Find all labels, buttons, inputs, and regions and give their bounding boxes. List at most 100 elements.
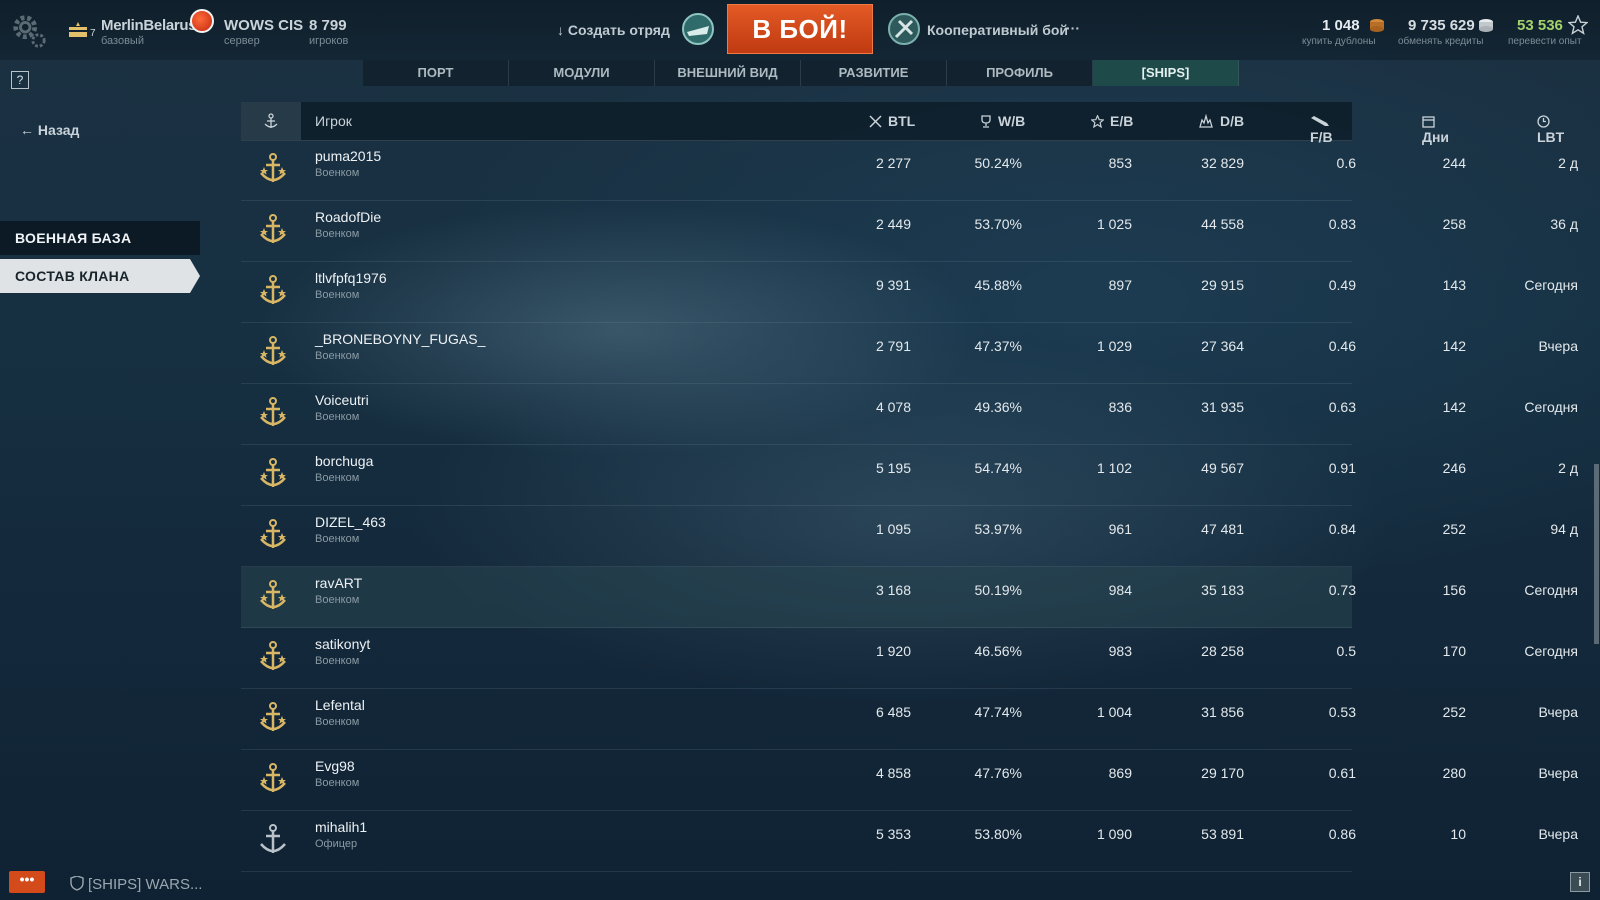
col-player[interactable]: Игрок bbox=[315, 113, 352, 129]
player-name-cell[interactable]: RoadofDie bbox=[315, 209, 381, 225]
battles-cell: 9 391 bbox=[875, 277, 911, 293]
player-name-cell[interactable]: ravART bbox=[315, 575, 362, 591]
winrate-cell: 53.97% bbox=[974, 521, 1022, 537]
frags-per-battle-cell: 0.83 bbox=[1328, 216, 1356, 232]
winrate-cell: 50.24% bbox=[974, 155, 1022, 171]
frags-per-battle-cell: 0.73 bbox=[1328, 582, 1356, 598]
table-row[interactable]: RoadofDie Военком 2 449 53.70% 1 025 44 558 0.… bbox=[241, 201, 1578, 262]
table-row[interactable]: Evg98 Военком 4 858 47.76% 869 29 170 0.61 280 В… bbox=[241, 750, 1578, 811]
col-btl-header[interactable]: BTL bbox=[869, 113, 915, 129]
player-name-cell[interactable]: DIZEL_463 bbox=[315, 514, 386, 530]
clan-chat-channel[interactable]: [SHIPS] WARS... bbox=[70, 875, 202, 893]
col-lbt-header[interactable]: LBT bbox=[1537, 113, 1564, 145]
buy-doubloons-link[interactable]: купить дублоны bbox=[1302, 36, 1376, 47]
battles-cell: 6 485 bbox=[875, 704, 911, 720]
player-role-cell: Военком bbox=[315, 533, 360, 545]
chat-button[interactable]: ••• bbox=[9, 871, 45, 893]
battle-button[interactable]: В БОЙ! bbox=[727, 4, 873, 54]
winrate-cell: 45.88% bbox=[974, 277, 1022, 293]
convert-xp-link[interactable]: перевести опыт bbox=[1508, 36, 1582, 47]
player-name-cell[interactable]: _BRONEBOYNY_FUGAS_ bbox=[315, 331, 485, 347]
credits-icon bbox=[1479, 19, 1493, 32]
player-name-cell[interactable]: ltlvfpfq1976 bbox=[315, 270, 387, 286]
col-eb-header[interactable]: E/B bbox=[1091, 113, 1133, 129]
battles-cell: 1 095 bbox=[875, 521, 911, 537]
table-row[interactable]: DIZEL_463 Военком 1 095 53.97% 961 47 481 0.84… bbox=[241, 506, 1578, 567]
player-role-cell: Офицер bbox=[315, 838, 358, 850]
exp-per-battle-cell: 1 102 bbox=[1096, 460, 1132, 476]
player-name-cell[interactable]: borchuga bbox=[315, 453, 373, 469]
winrate-cell: 47.76% bbox=[974, 765, 1022, 781]
premium-badge-icon bbox=[190, 9, 214, 33]
player-name-cell[interactable]: Voiceutri bbox=[315, 392, 369, 408]
create-division-button[interactable]: ↓ Создать отряд bbox=[557, 22, 670, 38]
exchange-credits-link[interactable]: обменять кредиты bbox=[1398, 36, 1483, 47]
table-row[interactable]: _BRONEBOYNY_FUGAS_ Военком 2 791 47.37% 1 02… bbox=[241, 323, 1578, 384]
credits-value[interactable]: 9 735 629 bbox=[1408, 17, 1475, 34]
last-battle-cell: Сегодня bbox=[1524, 277, 1578, 293]
sidebar-item-clan-members[interactable]: СОСТАВ КЛАНА bbox=[0, 259, 200, 293]
online-label: игроков bbox=[309, 35, 349, 47]
top-bar: 7 MerlinBelarus базовый WOWS CIS сервер … bbox=[0, 0, 1600, 60]
table-header: Игрок BTL W/B E/B D/B F/B Дни LBT bbox=[241, 102, 1564, 145]
table-row[interactable]: puma2015 Военком 2 277 50.24% 853 32 829 0.6 24… bbox=[241, 140, 1578, 201]
tab-research[interactable]: РАЗВИТИЕ bbox=[801, 60, 947, 86]
tab-modules[interactable]: МОДУЛИ bbox=[509, 60, 655, 86]
role-anchor-icon bbox=[255, 334, 291, 370]
settings-gear-icon[interactable] bbox=[10, 12, 48, 50]
sidebar-item-military-base[interactable]: ВОЕННАЯ БАЗА bbox=[0, 221, 200, 255]
col-db-header[interactable]: D/B bbox=[1198, 113, 1244, 129]
player-name-cell[interactable]: Evg98 bbox=[315, 758, 355, 774]
col-days-header[interactable]: Дни bbox=[1422, 113, 1449, 145]
division-ship-icon[interactable] bbox=[681, 12, 715, 46]
doubloons-icon bbox=[1370, 19, 1384, 32]
tab-port[interactable]: ПОРТ bbox=[363, 60, 509, 86]
table-row[interactable]: Voiceutri Военком 4 078 49.36% 836 31 935 0.63… bbox=[241, 384, 1578, 445]
player-name-cell[interactable]: mihalih1 bbox=[315, 819, 367, 835]
battle-mode-more-icon[interactable]: ··· bbox=[1066, 20, 1080, 36]
back-button[interactable]: ← Назад bbox=[20, 122, 79, 138]
days-in-clan-cell: 142 bbox=[1442, 338, 1466, 354]
tab-exterior[interactable]: ВНЕШНИЙ ВИД bbox=[655, 60, 801, 86]
table-row[interactable]: mihalih1 Офицер 5 353 53.80% 1 090 53 891 0.86… bbox=[241, 811, 1578, 872]
damage-per-battle-cell: 31 935 bbox=[1201, 399, 1244, 415]
help-button[interactable]: ? bbox=[11, 71, 29, 89]
damage-per-battle-cell: 31 856 bbox=[1201, 704, 1244, 720]
table-row[interactable]: ravART Военком 3 168 50.19% 984 35 183 0.73 156… bbox=[241, 567, 1578, 628]
winrate-cell: 53.80% bbox=[974, 826, 1022, 842]
player-name[interactable]: MerlinBelarus bbox=[101, 17, 197, 34]
battle-mode-selector[interactable]: Кооперативный бой bbox=[927, 22, 1068, 38]
winrate-cell: 47.37% bbox=[974, 338, 1022, 354]
scrollbar[interactable] bbox=[1594, 464, 1599, 644]
coop-battle-icon[interactable] bbox=[887, 12, 921, 46]
player-name-cell[interactable]: puma2015 bbox=[315, 148, 381, 164]
table-row[interactable]: borchuga Военком 5 195 54.74% 1 102 49 567 0.9… bbox=[241, 445, 1578, 506]
damage-per-battle-cell: 29 915 bbox=[1201, 277, 1244, 293]
role-column-header[interactable] bbox=[241, 102, 301, 140]
main-tabs: ПОРТ МОДУЛИ ВНЕШНИЙ ВИД РАЗВИТИЕ ПРОФИЛЬ… bbox=[363, 60, 1239, 86]
battles-cell: 5 353 bbox=[875, 826, 911, 842]
exp-per-battle-cell: 1 090 bbox=[1096, 826, 1132, 842]
table-row[interactable]: ltlvfpfq1976 Военком 9 391 45.88% 897 29 915 0… bbox=[241, 262, 1578, 323]
battles-cell: 4 078 bbox=[875, 399, 911, 415]
player-name-cell[interactable]: satikonyt bbox=[315, 636, 370, 652]
player-role-cell: Военком bbox=[315, 777, 360, 789]
damage-per-battle-cell: 32 829 bbox=[1201, 155, 1244, 171]
tab-profile[interactable]: ПРОФИЛЬ bbox=[947, 60, 1093, 86]
doubloons-value[interactable]: 1 048 bbox=[1322, 17, 1360, 34]
winrate-cell: 49.36% bbox=[974, 399, 1022, 415]
exp-per-battle-cell: 853 bbox=[1108, 155, 1132, 171]
player-name-cell[interactable]: Lefental bbox=[315, 697, 365, 713]
battles-cell: 4 858 bbox=[875, 765, 911, 781]
table-row[interactable]: Lefental Военком 6 485 47.74% 1 004 31 856 0.5… bbox=[241, 689, 1578, 750]
table-row[interactable]: satikonyt Военком 1 920 46.56% 983 28 258 0.5 1… bbox=[241, 628, 1578, 689]
role-anchor-icon bbox=[255, 639, 291, 675]
col-wr-header[interactable]: W/B bbox=[980, 113, 1025, 129]
last-battle-cell: Сегодня bbox=[1524, 643, 1578, 659]
info-button[interactable]: i bbox=[1570, 872, 1590, 892]
damage-per-battle-cell: 53 891 bbox=[1201, 826, 1244, 842]
last-battle-cell: Вчера bbox=[1538, 826, 1578, 842]
tab-clan[interactable]: [SHIPS] bbox=[1093, 60, 1239, 86]
free-xp-value[interactable]: 53 536 bbox=[1517, 17, 1563, 34]
winrate-cell: 54.74% bbox=[974, 460, 1022, 476]
